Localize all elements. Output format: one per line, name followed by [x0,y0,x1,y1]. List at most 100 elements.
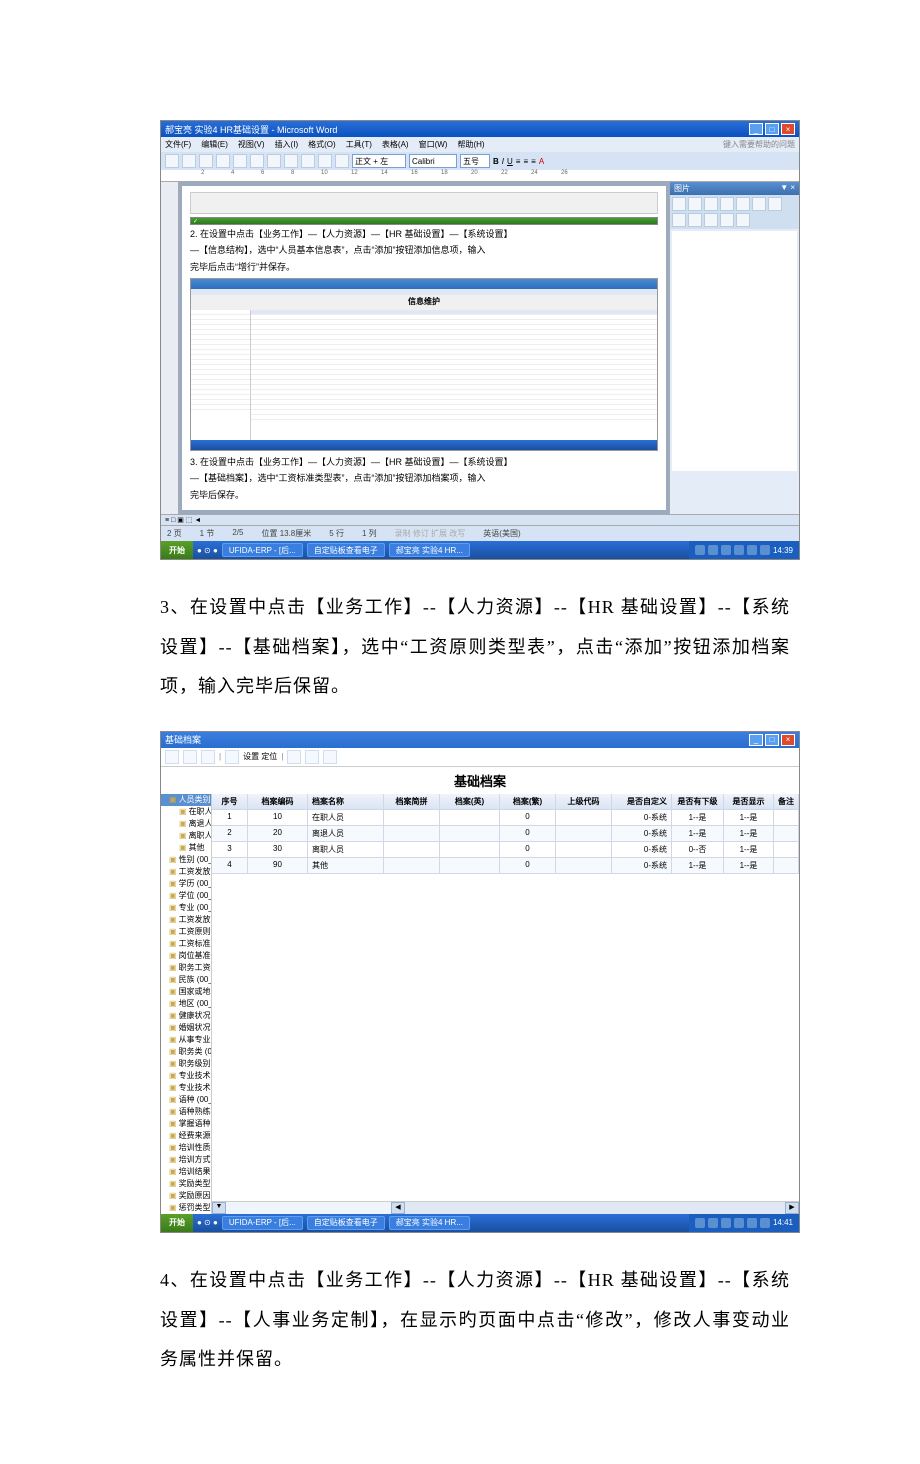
scroll-right-icon[interactable]: ▶ [785,1202,799,1214]
tree-item[interactable]: ▣奖励原因 (00_CT031) [161,1190,211,1202]
tray-icon[interactable] [721,545,731,555]
tree-item[interactable]: ▣民族 (00_CT005) [161,974,211,986]
pic-tool-icon[interactable] [672,197,686,211]
close-icon[interactable]: × [781,734,795,746]
delete-icon[interactable] [201,750,215,764]
tray-icon[interactable] [708,545,718,555]
print-icon[interactable] [287,750,301,764]
pic-tool-icon[interactable] [720,197,734,211]
scroll-down-icon[interactable]: ▼ [212,1202,226,1214]
toolbar-label[interactable]: 设置 定位 [243,751,277,762]
pic-tool-icon[interactable] [736,213,750,227]
minimize-icon[interactable]: _ [749,734,763,746]
menu-help[interactable]: 帮助(H) [457,139,484,150]
tree-item[interactable]: ▣职务类 (00_CT014) [161,1046,211,1058]
tree-item[interactable]: ▣专业 (00_CT004) [161,902,211,914]
pic-tool-icon[interactable] [704,197,718,211]
tree-item[interactable]: ▣工资发放类型 (00_CT125) [161,914,211,926]
start-button[interactable]: 开始 [161,1214,193,1232]
grid-body[interactable]: 110在职人员00-系统1--是1--是220离退人员00-系统1--是1--是… [212,810,799,874]
table-row[interactable]: 490其他00-系统1--是1--是 [212,858,799,874]
pic-tool-icon[interactable] [768,197,782,211]
task-item[interactable]: 郝宝亮 实验4 HR... [389,543,470,557]
add-icon[interactable] [165,750,179,764]
tray-icon[interactable] [695,545,705,555]
tree-item[interactable]: ▣婚姻状况 (00_CT009) [161,1022,211,1034]
tray-icon[interactable] [734,545,744,555]
size-box[interactable]: 五号 [460,154,490,168]
tree-item[interactable]: ▣从事专业 (00_CT012) [161,1034,211,1046]
tray-icon[interactable] [721,1218,731,1228]
menu-table[interactable]: 表格(A) [382,139,409,150]
align-right-icon[interactable]: ≡ [531,157,536,166]
pic-tool-icon[interactable] [704,213,718,227]
close-icon[interactable]: × [781,123,795,135]
menu-file[interactable]: 文件(F) [165,139,191,150]
preview-icon[interactable] [233,154,247,168]
table-row[interactable]: 330离职人员00-系统0--否1--是 [212,842,799,858]
print-icon[interactable] [216,154,230,168]
document-area[interactable]: ✓ 2. 在设置中点击【业务工作】—【人力资源】—【HR 基础设置】—【系统设置… [182,186,666,510]
redo-icon[interactable] [335,154,349,168]
tree-item[interactable]: ▣性别 (00_CT001) [161,854,211,866]
task-item[interactable]: UFIDA-ERP - [后... [222,543,303,557]
tree-item[interactable]: ▣掌握语种的能力 (00_CT022) [161,1118,211,1130]
tree-item[interactable]: ▣培训结果 (00_CT027) [161,1166,211,1178]
tree-item[interactable]: ▣专业技术职务等级 (00_CT019) [161,1082,211,1094]
menu-view[interactable]: 视图(V) [238,139,265,150]
pic-tool-icon[interactable] [672,213,686,227]
paste-icon[interactable] [301,154,315,168]
tree-item[interactable]: ▣学位 (00_CT003) [161,890,211,902]
tree-item[interactable]: ▣离职人员 [161,830,211,842]
menu-window[interactable]: 窗口(W) [419,139,448,150]
font-box[interactable]: Calibri [409,154,457,168]
tree-item[interactable]: ▣培训性质 (00_CT025) [161,1142,211,1154]
pic-tool-icon[interactable] [736,197,750,211]
tree-item[interactable]: ▣工资标准类型 (00_CT122) [161,938,211,950]
align-center-icon[interactable]: ≡ [523,157,528,166]
tree-item[interactable]: ▣经费来源 (00_CT024) [161,1130,211,1142]
menu-format[interactable]: 格式(O) [308,139,336,150]
tray-icon[interactable] [695,1218,705,1228]
spell-icon[interactable] [250,154,264,168]
italic-icon[interactable]: I [502,157,504,166]
font-color-icon[interactable]: A [539,157,544,166]
align-left-icon[interactable]: ≡ [516,157,521,166]
new-icon[interactable] [165,154,179,168]
tree-item[interactable]: ▣离退人员 [161,818,211,830]
underline-icon[interactable]: U [507,157,513,166]
menu-insert[interactable]: 插入(I) [275,139,299,150]
tree-item[interactable]: ▣培训方式 (00_CT026) [161,1154,211,1166]
tree-item[interactable]: ▣国家或地区 (00_CT006) [161,986,211,998]
menu-tools[interactable]: 工具(T) [346,139,372,150]
task-item[interactable]: UFIDA-ERP - [后... [222,1216,303,1230]
maximize-icon[interactable]: □ [765,123,779,135]
tray-icon[interactable] [734,1218,744,1228]
tree-item[interactable]: ▣工资原则 (00_CT121) [161,926,211,938]
tree-item[interactable]: ▣惩罚类型 (00_CT032) [161,1202,211,1214]
tree-item[interactable]: ▣在职人员 [161,806,211,818]
tray-icon[interactable] [708,1218,718,1228]
tree-item[interactable]: ▣学历 (00_CT002) [161,878,211,890]
task-item[interactable]: 自定贴板查看电子 [307,543,385,557]
scroll-left-icon[interactable]: ◀ [391,1202,405,1214]
tray-icon[interactable] [760,1218,770,1228]
tree-item[interactable]: ▣人员类别 (00_CT000) [161,794,211,806]
tray-icon[interactable] [747,545,757,555]
pic-tool-icon[interactable] [688,197,702,211]
save-icon[interactable] [199,154,213,168]
tree-item[interactable]: ▣职务工资级次 (00_CT120) [161,962,211,974]
copy-icon[interactable] [284,154,298,168]
cut-icon[interactable] [267,154,281,168]
tree-item[interactable]: ▣岗位基准代码 (00_CT119) [161,950,211,962]
help-icon[interactable] [323,750,337,764]
style-box[interactable]: 正文 + 左 [352,154,406,168]
tree-item[interactable]: ▣专业技术资格名称 (00_CT018) [161,1070,211,1082]
tree-item[interactable]: ▣其他 [161,842,211,854]
minimize-icon[interactable]: _ [749,123,763,135]
undo-icon[interactable] [318,154,332,168]
tree-item[interactable]: ▣健康状况 (00_CT008) [161,1010,211,1022]
tree-item[interactable]: ▣地区 (00_CT007) [161,998,211,1010]
task-item[interactable]: 自定贴板查看电子 [307,1216,385,1230]
pic-tool-icon[interactable] [752,197,766,211]
